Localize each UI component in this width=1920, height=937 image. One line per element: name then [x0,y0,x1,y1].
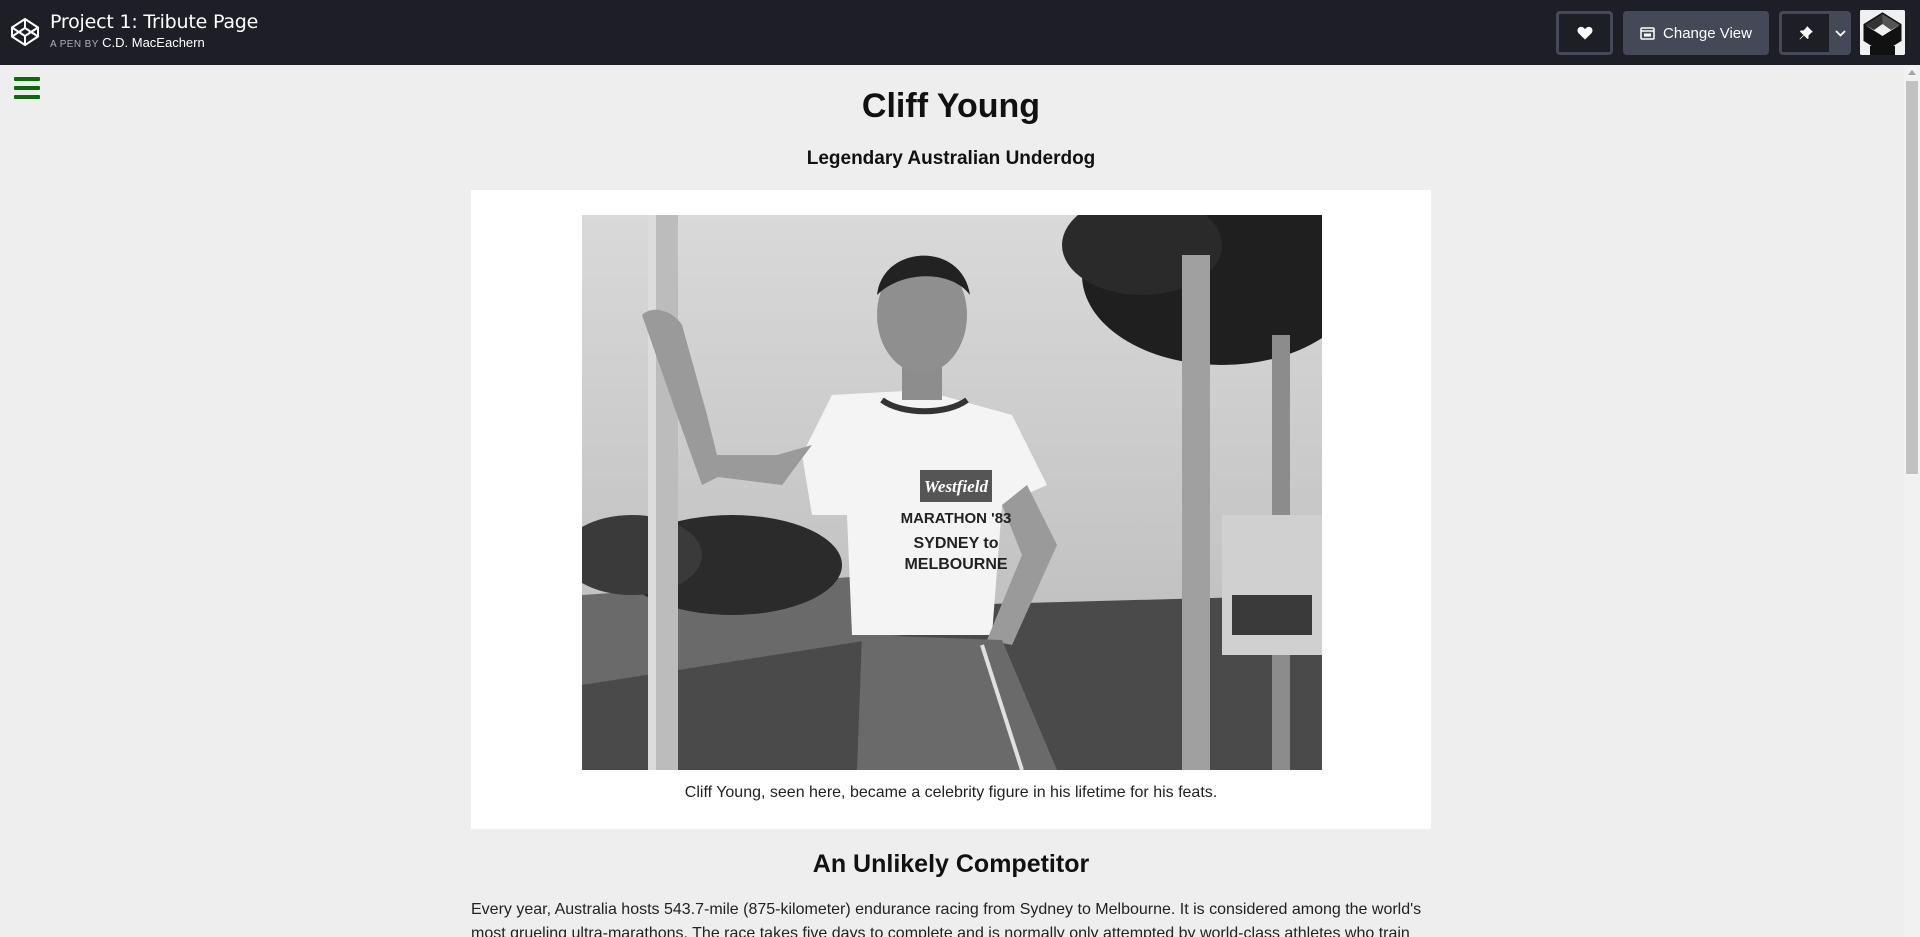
chevron-down-icon [1834,29,1846,37]
image-container: Westfield MARATHON '83 SYDNEY to MELBOUR… [471,190,1431,829]
scroll-up-arrow-icon[interactable] [1904,65,1920,81]
pen-author: A PEN BY C.D. MacEachern [50,35,258,53]
section-title: An Unlikely Competitor [812,850,1090,878]
heart-icon [1577,26,1592,40]
change-view-button[interactable]: Change View [1623,11,1769,55]
cliff-young-photo: Westfield MARATHON '83 SYDNEY to MELBOUR… [582,215,1322,770]
change-view-label: Change View [1663,24,1752,42]
pin-icon [1799,26,1813,40]
hamburger-menu-icon[interactable] [14,77,40,99]
codepen-header: Project 1: Tribute Page A PEN BY C.D. Ma… [0,0,1920,65]
svg-text:MARATHON '83: MARATHON '83 [901,510,1012,527]
user-avatar[interactable] [1860,10,1905,55]
image-caption: Cliff Young, seen here, became a celebri… [684,784,1218,801]
author-link[interactable]: C.D. MacEachern [102,35,205,50]
by-label: A PEN BY [50,39,99,50]
change-view-icon [1640,26,1655,40]
intro-paragraph: Every year, Australia hosts 543.7-mile (… [471,901,1422,937]
svg-text:SYDNEY to: SYDNEY to [913,535,998,552]
pin-dropdown-button[interactable] [1829,11,1851,55]
pen-title[interactable]: Project 1: Tribute Page [50,10,258,34]
svg-text:Westfield: Westfield [924,477,988,496]
pen-title-block: Project 1: Tribute Page A PEN BY C.D. Ma… [50,10,258,53]
heart-button[interactable] [1556,11,1613,55]
codepen-logo-icon[interactable] [9,16,41,48]
pin-button[interactable] [1779,11,1829,55]
page-subtitle: Legendary Australian Underdog [806,148,1096,169]
svg-text:MELBOURNE: MELBOURNE [904,556,1007,573]
scrollbar-thumb[interactable] [1906,81,1918,474]
page-title: Cliff Young [861,87,1041,125]
pen-preview: Cliff Young Legendary Australian Underdo… [0,65,1904,937]
tribute-main: Cliff Young Legendary Australian Underdo… [471,65,1431,937]
